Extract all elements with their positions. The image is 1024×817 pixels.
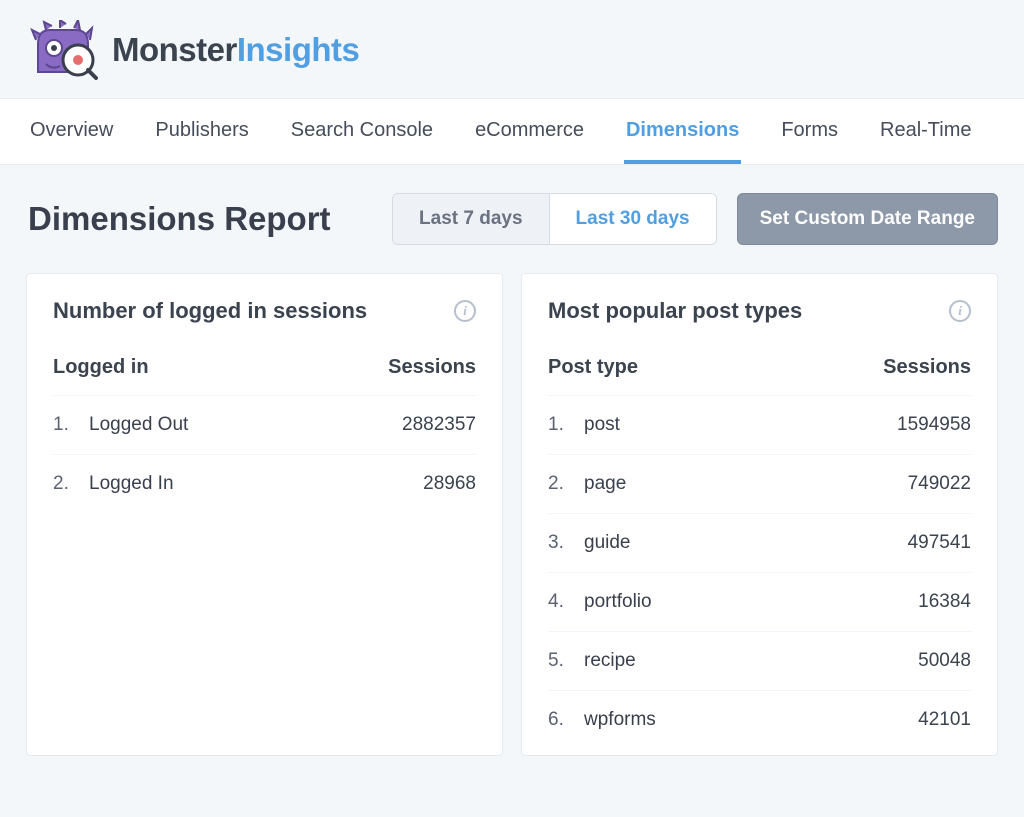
row-name: post: [584, 414, 620, 436]
row-value: 50048: [918, 650, 971, 672]
table-header-row: Post type Sessions: [548, 344, 971, 395]
nav-item-real-time[interactable]: Real-Time: [878, 99, 974, 164]
brand-logo: MonsterInsights: [30, 20, 359, 80]
main-nav: Overview Publishers Search Console eCommerc…: [0, 98, 1024, 165]
row-index: 1.: [548, 414, 584, 436]
card-table: Logged inSessions1.Logged Out28823572.Lo…: [27, 332, 502, 519]
row-value: 1594958: [897, 414, 971, 436]
card-title: Most popular post types: [548, 298, 802, 324]
table-row: 4.portfolio 16384: [548, 572, 971, 631]
table-row: 6.wpforms 42101: [548, 690, 971, 749]
row-value: 28968: [423, 473, 476, 495]
row-value: 16384: [918, 591, 971, 613]
row-name: guide: [584, 532, 631, 554]
row-value: 497541: [908, 532, 971, 554]
row-name: page: [584, 473, 626, 495]
row-index: 2.: [548, 473, 584, 495]
card-table: Post type Sessions 1.post 1594958 2.page 7490…: [522, 332, 997, 755]
brand-text-part1: Monster: [112, 31, 237, 68]
row-value: 2882357: [402, 414, 476, 436]
report-card: Most popular post types i Post type Session…: [521, 273, 998, 756]
nav-item-overview[interactable]: Overview: [28, 99, 115, 164]
table-row: 1.Logged Out 2882357: [53, 395, 476, 454]
nav-item-ecommerce[interactable]: eCommerce: [473, 99, 586, 164]
card-header: Most popular post types i: [522, 274, 997, 332]
page-title: Dimensions Report: [28, 200, 331, 238]
info-icon[interactable]: i: [454, 300, 476, 322]
row-value: 42101: [918, 709, 971, 731]
row-name: portfolio: [584, 591, 652, 613]
set-custom-date-range-button[interactable]: Set Custom Date Range: [737, 193, 998, 245]
report-cards: Number of logged in sessions i Logged in Se…: [0, 255, 1024, 756]
row-name: Logged In: [89, 473, 174, 495]
nav-item-search-console[interactable]: Search Console: [289, 99, 435, 164]
row-index: 5.: [548, 650, 584, 672]
report-card: Number of logged in sessions i Logged in Se…: [26, 273, 503, 756]
date-range-group: Last 7 daysLast 30 days: [392, 193, 717, 245]
nav-item-forms[interactable]: Forms: [779, 99, 840, 164]
monster-icon: [30, 20, 98, 80]
table-header-sessions: Sessions: [388, 356, 476, 379]
info-icon[interactable]: i: [949, 300, 971, 322]
table-header-sessions: Sessions: [883, 356, 971, 379]
row-value: 749022: [908, 473, 971, 495]
nav-item-publishers[interactable]: Publishers: [153, 99, 250, 164]
row-name: Logged Out: [89, 414, 188, 436]
table-row: 5.recipe 50048: [548, 631, 971, 690]
row-index: 6.: [548, 709, 584, 731]
table-row: 3.guide 497541: [548, 513, 971, 572]
table-row: 2.page 749022: [548, 454, 971, 513]
row-index: 3.: [548, 532, 584, 554]
row-index: 2.: [53, 473, 89, 495]
row-index: 4.: [548, 591, 584, 613]
card-header: Number of logged in sessions i: [27, 274, 502, 332]
nav-item-dimensions[interactable]: Dimensions: [624, 99, 741, 164]
card-title: Number of logged in sessions: [53, 298, 367, 324]
table-header-row: Logged in Sessions: [53, 344, 476, 395]
app-header: MonsterInsights: [0, 0, 1024, 98]
table-row: 2.Logged In 28968: [53, 454, 476, 513]
date-range-last-30-days[interactable]: Last 30 days: [549, 194, 716, 244]
table-header-label: Post type: [548, 356, 638, 379]
table-row: 1.post 1594958: [548, 395, 971, 454]
report-controls: Dimensions Report Last 7 daysLast 30 day…: [0, 165, 1024, 255]
date-range-last-7-days[interactable]: Last 7 days: [393, 194, 549, 244]
row-index: 1.: [53, 414, 89, 436]
table-header-label: Logged in: [53, 356, 149, 379]
row-name: recipe: [584, 650, 636, 672]
brand-text-part2: Insights: [237, 31, 360, 68]
row-name: wpforms: [584, 709, 656, 731]
brand-text: MonsterInsights: [112, 31, 359, 69]
